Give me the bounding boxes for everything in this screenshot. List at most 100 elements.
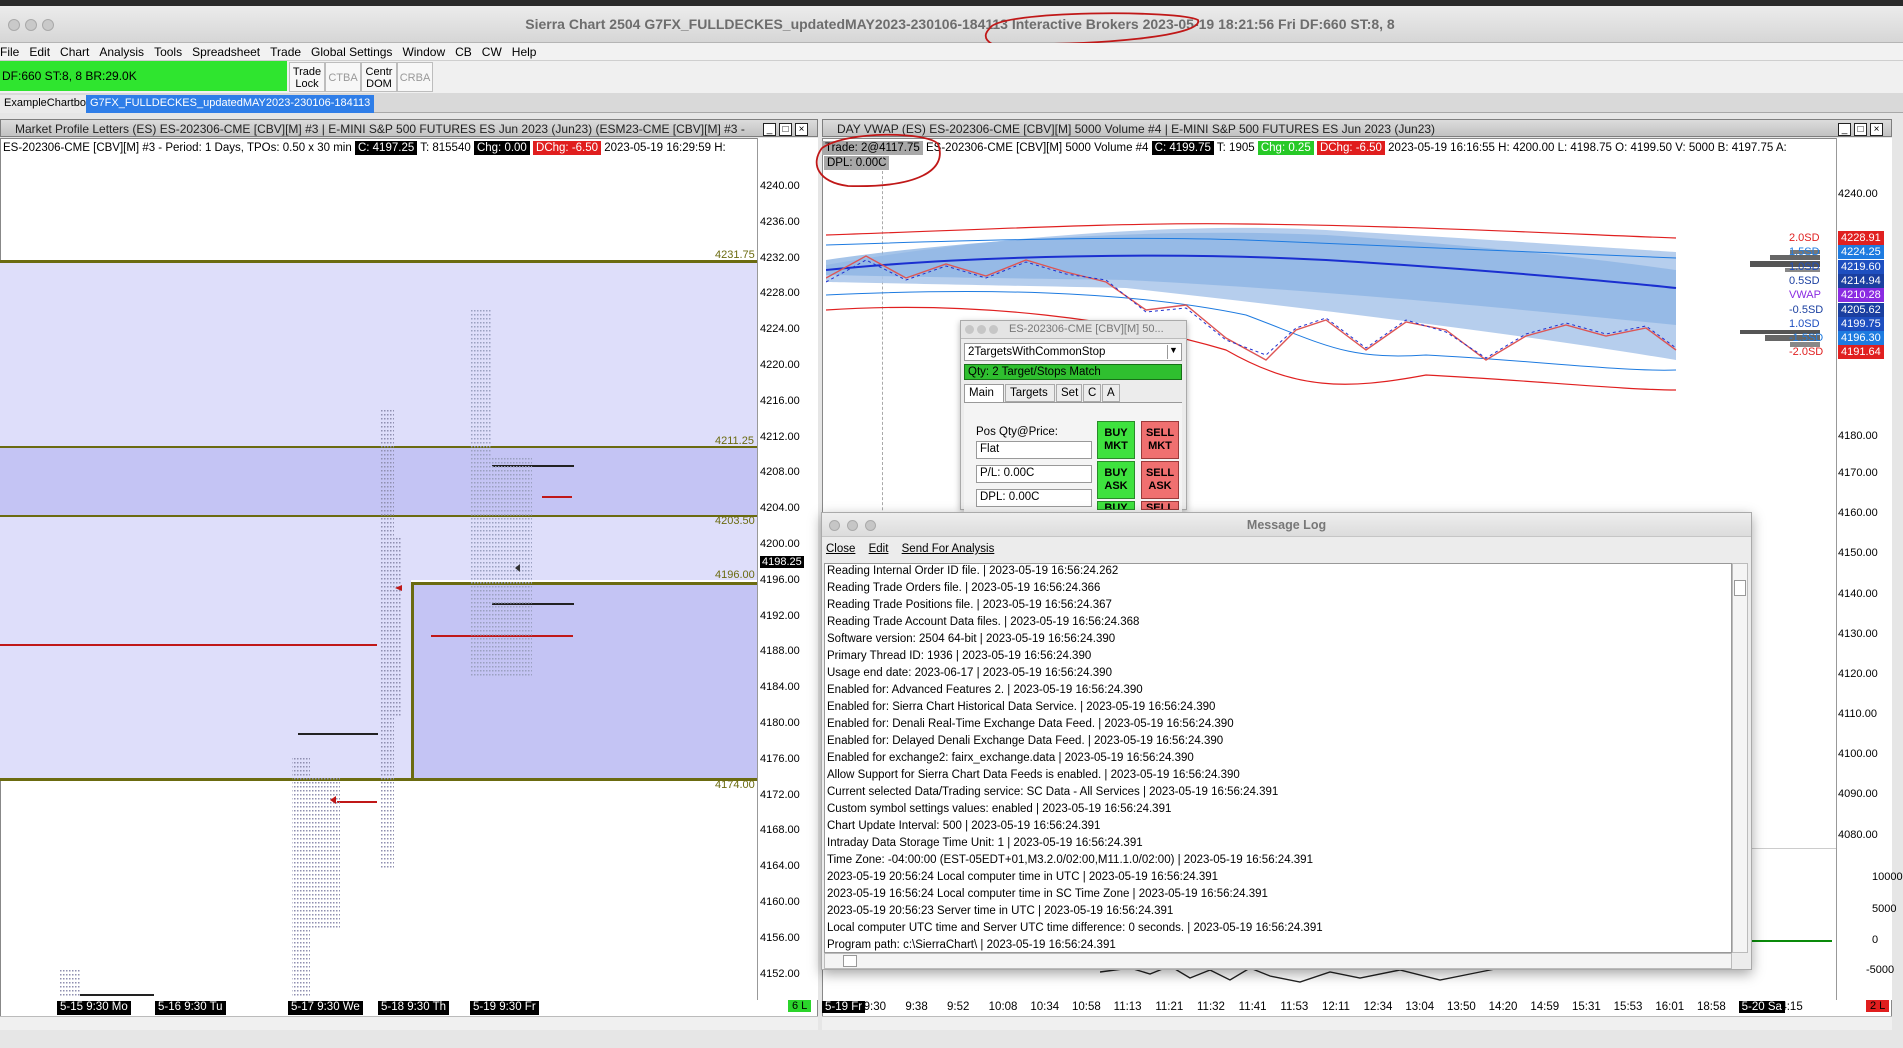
message-log-hscrollbar[interactable] [824, 953, 1732, 969]
sub-label: 0 [1872, 934, 1879, 946]
menu-global-settings[interactable]: Global Settings [306, 43, 397, 59]
menu-tools[interactable]: Tools [149, 43, 187, 59]
left-chart-titlebar[interactable]: Market Profile Letters (ES) ES-202306-CM… [0, 119, 818, 137]
close-icon[interactable]: × [795, 123, 808, 136]
window-titlebar: Sierra Chart 2504 G7FX_FULLDECKES_update… [0, 6, 1903, 46]
scroll-thumb[interactable] [1734, 580, 1746, 596]
dpl-field[interactable]: DPL: 0.00C [976, 489, 1092, 507]
minimize-icon[interactable]: _ [1838, 123, 1851, 136]
price-label: 4172.00 [760, 788, 800, 801]
price-label: 4184.00 [760, 681, 800, 694]
message-log-vscrollbar[interactable] [1732, 563, 1748, 953]
price-label: 4240.00 [1838, 188, 1878, 200]
log-line: Time Zone: -04:00:00 (EST-05EDT+01,M3.2.… [827, 854, 1313, 866]
band-name-label: 1.0SD [1789, 260, 1820, 273]
time-label: 15:53 [1613, 1001, 1643, 1013]
close-dot-icon[interactable] [8, 19, 20, 31]
log-line: Usage end date: 2023-06-17 | 2023-05-19 … [827, 667, 1112, 679]
zoom-dot-icon[interactable] [42, 19, 54, 31]
log-line: Chart Update Interval: 500 | 2023-05-19 … [827, 820, 1101, 832]
log-menu-close[interactable]: Close [826, 543, 855, 555]
right-time-axis: 5-19 Fr 9:30 9:38 9:52 10:08 10:34 10:58 11:13 1… [822, 1001, 1836, 1017]
menu-analysis[interactable]: Analysis [94, 43, 149, 59]
message-log-titlebar[interactable]: Message Log [822, 513, 1751, 537]
log-menu-send-for-analysis[interactable]: Send For Analysis [902, 543, 995, 555]
position-field[interactable]: Flat [976, 441, 1092, 459]
buy-ask-button[interactable]: BUY ASK [1097, 461, 1135, 499]
right-chart-titlebar[interactable]: DAY VWAP (ES) ES-202306-CME [CBV][M] 500… [822, 119, 1892, 137]
minimize-dot-icon[interactable] [977, 325, 986, 334]
band-value-tag: 4228.91 [1838, 231, 1884, 245]
tab-main[interactable]: Main [964, 384, 1004, 402]
price-label: 4130.00 [1838, 628, 1878, 640]
menu-help[interactable]: Help [507, 43, 542, 59]
right-window-buttons: _ □ × [1835, 121, 1883, 136]
time-label: 11:13 [1113, 1001, 1142, 1013]
time-label: 15:31 [1572, 1001, 1601, 1013]
time-label: 11:21 [1155, 1001, 1184, 1013]
status-box: DF:660 ST:8, 8 BR:29.0K [0, 61, 287, 91]
tab-set[interactable]: Set [1056, 384, 1082, 402]
strategy-select[interactable]: 2TargetsWithCommonStop ▼ [964, 343, 1182, 361]
message-log-body[interactable]: Reading Internal Order ID file. | 2023-0… [824, 563, 1732, 953]
menu-spreadsheet[interactable]: Spreadsheet [187, 43, 265, 59]
trade-window-titlebar[interactable]: ES-202306-CME [CBV][M] 50... [961, 321, 1186, 339]
app-title: Sierra Chart 2504 G7FX_FULLDECKES_update… [525, 16, 1395, 32]
tab-targets[interactable]: Targets [1005, 384, 1055, 402]
menu-edit[interactable]: Edit [24, 43, 55, 59]
price-label: 4110.00 [1838, 708, 1877, 720]
minimize-dot-icon[interactable] [25, 19, 37, 31]
left-scrollbar[interactable] [0, 1016, 818, 1030]
close-dot-icon[interactable] [965, 325, 974, 334]
menu-chart[interactable]: Chart [55, 43, 94, 59]
menu-cb[interactable]: CB [450, 43, 477, 59]
menu-cw[interactable]: CW [477, 43, 507, 59]
sell-ask-button[interactable]: SELL ASK [1141, 461, 1179, 499]
buy-bid-button[interactable]: BUY [1097, 501, 1135, 510]
log-menu-edit[interactable]: Edit [869, 543, 889, 555]
centr-dom-button[interactable]: Centr DOM [361, 62, 397, 92]
price-label: 4204.00 [760, 502, 800, 515]
price-label: 4224.00 [760, 323, 800, 336]
buy-market-button[interactable]: BUY MKT [1097, 421, 1135, 459]
price-label: 4156.00 [760, 931, 800, 944]
tab-c[interactable]: C [1083, 384, 1101, 402]
right-chg-pill: Chg: 0.25 [1257, 141, 1314, 155]
menu-window[interactable]: Window [397, 43, 450, 59]
price-label: 4140.00 [1838, 588, 1878, 600]
pl-field[interactable]: P/L: 0.00C [976, 465, 1092, 483]
time-label: 13:04 [1405, 1001, 1435, 1013]
sell-bid-button[interactable]: SELL [1141, 501, 1179, 510]
right-chart-info: Trade: 2@4117.75 ES-202306-CME [CBV][M] … [822, 140, 1832, 156]
log-line: Current selected Data/Trading service: S… [827, 786, 1279, 798]
time-label: 16:01 [1655, 1001, 1685, 1013]
sell-market-button[interactable]: SELL MKT [1141, 421, 1179, 459]
maximize-icon[interactable]: □ [779, 123, 792, 136]
time-label: 14:59 [1530, 1001, 1560, 1013]
maximize-icon[interactable]: □ [1854, 123, 1867, 136]
price-label: 4120.00 [1838, 668, 1878, 680]
band-value-tag: 4210.28 [1838, 288, 1884, 303]
price-label: 4168.00 [760, 824, 800, 837]
trade-lock-button[interactable]: Trade Lock [289, 62, 325, 92]
left-price-labels: 4240.00 4236.00 4232.00 4228.00 4224.00 4220.… [760, 180, 818, 980]
menu-file[interactable]: File [0, 43, 24, 59]
zoom-dot-icon[interactable] [989, 325, 998, 334]
right-scrollbar[interactable] [822, 1016, 1892, 1030]
log-line: Enabled for exchange2: fairx_exchange.da… [827, 752, 1194, 764]
tab-g7fx-chartbook[interactable]: G7FX_FULLDECKES_updatedMAY2023-230106-18… [86, 95, 375, 113]
tab-a[interactable]: A [1102, 384, 1120, 402]
message-log-title: Message Log [1246, 518, 1327, 532]
menu-trade[interactable]: Trade [265, 43, 306, 59]
band-name-label: -1.5SD [1789, 332, 1824, 345]
scroll-thumb[interactable] [843, 955, 857, 967]
minimize-icon[interactable]: _ [763, 123, 776, 136]
chevron-down-icon[interactable]: ▼ [1167, 345, 1179, 359]
log-line: Enabled for: Delayed Denali Exchange Dat… [827, 735, 1224, 747]
log-line: Custom symbol settings values: enabled |… [827, 803, 1172, 815]
crba-button[interactable]: CRBA [397, 62, 433, 92]
price-label: 4160.00 [760, 896, 800, 908]
close-icon[interactable]: × [1870, 123, 1883, 136]
ctba-button[interactable]: CTBA [325, 62, 361, 92]
right-ticks: T: 1905 [1216, 142, 1255, 154]
